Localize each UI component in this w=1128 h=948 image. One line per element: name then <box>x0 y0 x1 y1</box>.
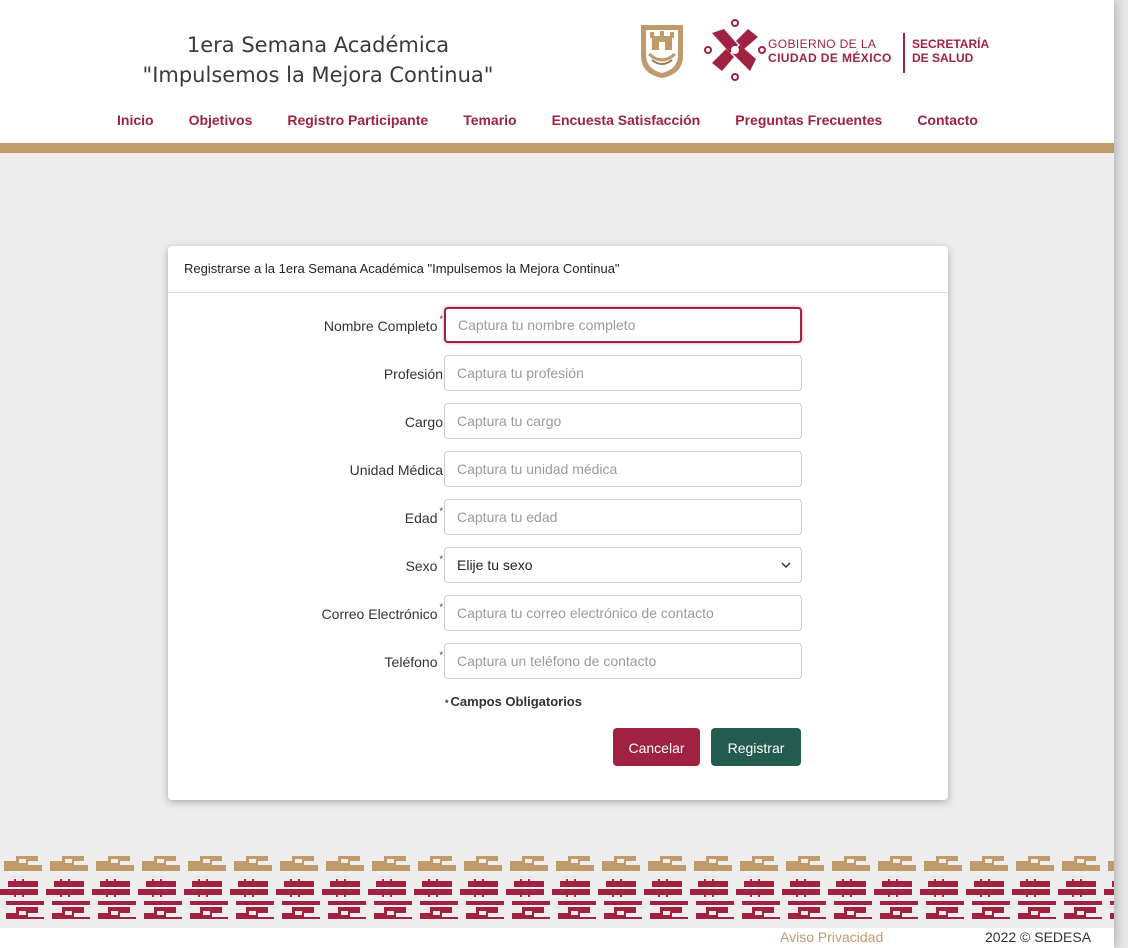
label-unidad: Unidad Médica <box>349 462 443 478</box>
cdmx-crest-icon <box>641 25 683 78</box>
row-correo: Correo Electrónico * <box>168 595 948 633</box>
telefono-input[interactable] <box>444 643 802 679</box>
nav-item-inicio[interactable]: Inicio <box>117 112 154 128</box>
email-field[interactable] <box>444 595 802 631</box>
unidad-medica-input[interactable] <box>444 451 802 487</box>
nav-item-registro[interactable]: Registro Participante <box>287 112 428 128</box>
sec-line2: DE SALUD <box>912 51 974 65</box>
row-nombre: Nombre Completo * <box>168 307 948 345</box>
card-title: Registrarse a la 1era Semana Académica "… <box>168 246 948 293</box>
sexo-select[interactable]: Elije tu sexo <box>444 547 802 583</box>
gov-line1: GOBIERNO DE LA <box>768 37 877 51</box>
header-divider <box>903 33 905 73</box>
registration-card: Registrarse a la 1era Semana Académica "… <box>168 246 948 800</box>
site-header: 1era Semana Académica "Impulsemos la Mej… <box>0 0 1114 143</box>
privacy-link[interactable]: Aviso Privacidad <box>780 929 883 945</box>
row-telefono: Teléfono * <box>168 643 948 681</box>
label-nombre: Nombre Completo * <box>323 314 443 334</box>
nav-item-encuesta[interactable]: Encuesta Satisfacción <box>552 112 701 128</box>
label-correo: Correo Electrónico * <box>321 602 443 622</box>
row-unidad: Unidad Médica <box>168 451 948 489</box>
register-button[interactable]: Registrar <box>711 728 801 766</box>
browser-page: 1era Semana Académica "Impulsemos la Mej… <box>0 0 1114 948</box>
site-title: 1era Semana Académica "Impulsemos la Mej… <box>108 30 528 90</box>
site-title-line1: 1era Semana Académica <box>186 33 450 57</box>
row-edad: Edad * <box>168 499 948 537</box>
label-edad: Edad * <box>404 506 443 526</box>
secretaria-label: SECRETARÍA DE SALUD <box>912 37 989 65</box>
cargo-input[interactable] <box>444 403 802 439</box>
chevron-down-icon <box>781 562 791 569</box>
label-profesion: Profesión <box>383 366 443 382</box>
label-sexo: Sexo * <box>405 554 443 574</box>
sec-line1: SECRETARÍA <box>912 37 990 51</box>
label-cargo: Cargo <box>404 414 443 430</box>
edad-input[interactable] <box>444 499 802 535</box>
main-nav: Inicio Objetivos Registro Participante T… <box>117 112 978 128</box>
gov-cdmx-label: GOBIERNO DE LA CIUDAD DE MÉXICO <box>768 37 892 65</box>
sexo-selected: Elije tu sexo <box>457 557 533 573</box>
row-profesion: Profesión <box>168 355 948 393</box>
profesion-input[interactable] <box>444 355 802 391</box>
nav-item-contacto[interactable]: Contacto <box>917 112 978 128</box>
nav-item-temario[interactable]: Temario <box>463 112 516 128</box>
gov-line2: CIUDAD DE MÉXICO <box>768 51 892 65</box>
copyright-text: 2022 © SEDESA <box>985 929 1092 945</box>
header-gold-bar <box>0 143 1114 153</box>
cdmx-logo-icon <box>704 19 766 81</box>
cancel-button[interactable]: Cancelar <box>613 728 700 766</box>
nav-item-preguntas[interactable]: Preguntas Frecuentes <box>735 112 882 128</box>
nav-item-objetivos[interactable]: Objetivos <box>189 112 253 128</box>
page-footer: Aviso Privacidad 2022 © SEDESA <box>0 928 1114 948</box>
row-sexo: Sexo * Elije tu sexo <box>168 547 948 585</box>
label-telefono: Teléfono * <box>384 650 443 670</box>
nombre-input[interactable] <box>444 307 802 343</box>
greca-pattern-border <box>0 853 1114 919</box>
site-title-line2: "Impulsemos la Mejora Continua" <box>142 63 494 87</box>
row-cargo: Cargo <box>168 403 948 441</box>
required-note: * Campos Obligatorios <box>445 694 582 709</box>
